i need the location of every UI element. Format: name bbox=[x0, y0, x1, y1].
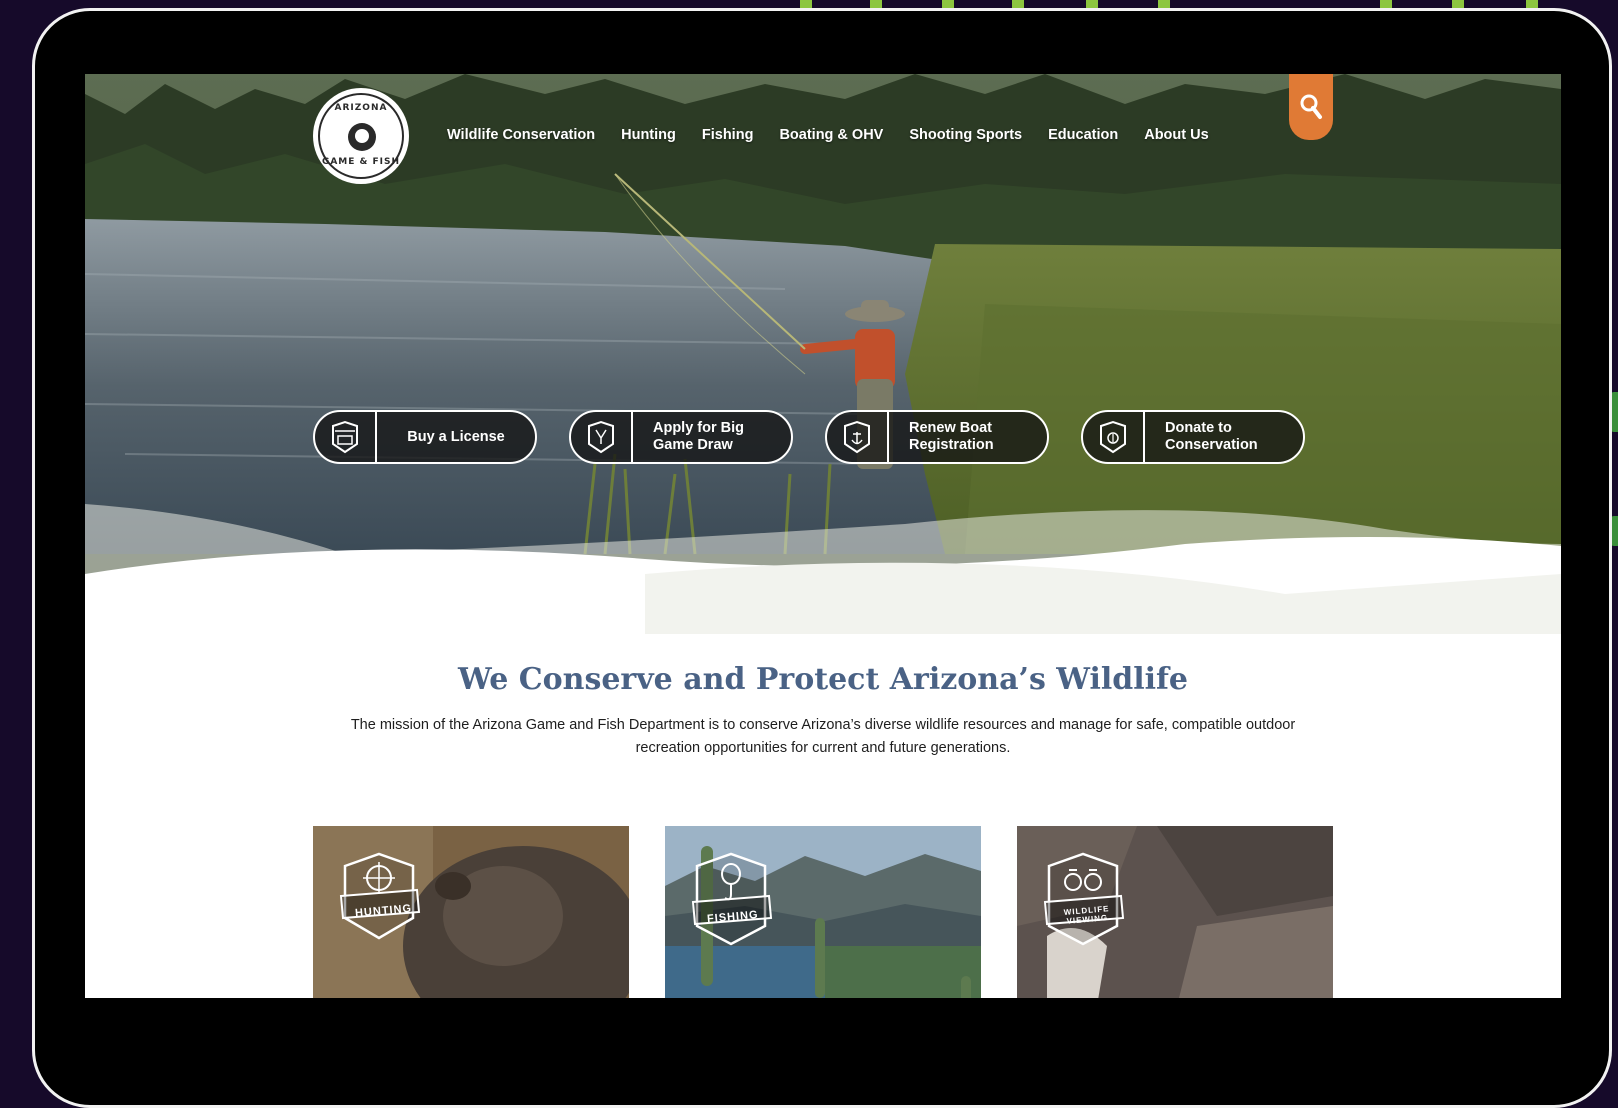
site-logo[interactable]: ARIZONA GAME & FISH bbox=[313, 88, 409, 184]
search-icon bbox=[1300, 94, 1322, 119]
card-wildlife-viewing[interactable]: WILDLIFE VIEWING bbox=[1017, 826, 1333, 998]
logo-bottom-text: GAME & FISH bbox=[321, 157, 401, 167]
mission-text: The mission of the Arizona Game and Fish… bbox=[350, 717, 1296, 756]
renew-label-line1: Renew Boat bbox=[909, 420, 992, 436]
buy-license-button[interactable]: Buy a License bbox=[313, 410, 537, 464]
apply-label-line1: Apply for Big bbox=[653, 420, 745, 436]
nav-item-wildlife-conservation[interactable]: Wildlife Conservation bbox=[447, 127, 595, 143]
nav-item-fishing[interactable]: Fishing bbox=[702, 127, 754, 143]
apply-badge-icon bbox=[571, 412, 633, 462]
card-hunting[interactable]: HUNTING bbox=[313, 826, 629, 998]
main-nav: Wildlife Conservation Hunting Fishing Bo… bbox=[447, 127, 1235, 143]
apply-big-game-draw-button[interactable]: Apply for Big Game Draw bbox=[569, 410, 793, 464]
renew-boat-label: Renew Boat Registration bbox=[889, 420, 1047, 454]
bird-icon bbox=[348, 123, 376, 151]
logo-seal: ARIZONA GAME & FISH bbox=[318, 93, 404, 179]
donate-label-line1: Donate to bbox=[1165, 420, 1232, 436]
apply-big-game-draw-label: Apply for Big Game Draw bbox=[633, 420, 791, 454]
donate-label-line2: Conservation bbox=[1165, 437, 1258, 453]
donate-conservation-button[interactable]: Donate to Conservation bbox=[1081, 410, 1305, 464]
buy-license-label: Buy a License bbox=[377, 429, 535, 446]
license-badge-icon bbox=[315, 412, 377, 462]
logo-top-text: ARIZONA bbox=[334, 103, 388, 113]
browser-screen: ARIZONA GAME & FISH Wildlife Conservatio… bbox=[85, 74, 1561, 998]
nav-item-shooting-sports[interactable]: Shooting Sports bbox=[909, 127, 1022, 143]
boat-badge-icon bbox=[827, 412, 889, 462]
donate-badge-icon bbox=[1083, 412, 1145, 462]
hero-photo bbox=[85, 74, 1561, 634]
mission-title: We Conserve and Protect Arizona’s Wildli… bbox=[457, 662, 1189, 697]
hero-section: ARIZONA GAME & FISH Wildlife Conservatio… bbox=[85, 74, 1561, 634]
renew-label-line2: Registration bbox=[909, 437, 994, 453]
renew-boat-registration-button[interactable]: Renew Boat Registration bbox=[825, 410, 1049, 464]
buy-license-text: Buy a License bbox=[407, 428, 505, 445]
apply-label-line2: Game Draw bbox=[653, 437, 733, 453]
nav-item-hunting[interactable]: Hunting bbox=[621, 127, 676, 143]
card-fishing[interactable]: FISHING bbox=[665, 826, 981, 998]
nav-item-boating-ohv[interactable]: Boating & OHV bbox=[779, 127, 883, 143]
nav-item-education[interactable]: Education bbox=[1048, 127, 1118, 143]
search-button[interactable] bbox=[1289, 74, 1333, 140]
donate-label: Donate to Conservation bbox=[1145, 420, 1303, 454]
nav-item-about-us[interactable]: About Us bbox=[1144, 127, 1208, 143]
